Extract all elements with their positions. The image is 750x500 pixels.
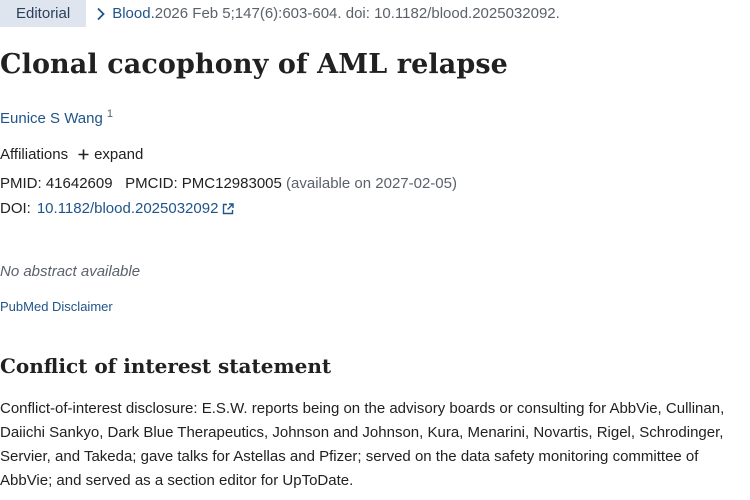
affiliations-row: Affiliations expand xyxy=(0,146,143,163)
pmid-label: PMID: xyxy=(0,175,42,192)
pmcid-availability-note: (available on 2027-02-05) xyxy=(286,175,457,192)
pmcid-value: PMC12983005 xyxy=(181,175,282,192)
pmcid-label: PMCID: xyxy=(125,175,178,192)
citation-text: 2026 Feb 5;147(6):603-604. doi: 10.1182/… xyxy=(154,5,560,22)
author-link[interactable]: Eunice S Wang xyxy=(0,110,103,127)
journal-link[interactable]: Blood. xyxy=(112,5,155,22)
expand-affiliations-button[interactable]: expand xyxy=(78,146,143,163)
pmid-value: 41642609 xyxy=(45,175,113,192)
coi-text: Conflict-of-interest disclosure: E.S.W. … xyxy=(0,400,725,489)
pubmed-disclaimer-link[interactable]: PubMed Disclaimer xyxy=(0,299,113,314)
expand-label: expand xyxy=(94,146,144,163)
coi-heading: Conflict of interest statement xyxy=(0,354,332,378)
doi-row: DOI: 10.1182/blood.2025032092 xyxy=(0,200,235,217)
plus-icon xyxy=(78,149,94,160)
article-title: Clonal cacophony of AML relapse xyxy=(0,49,508,80)
article-page: Editorial Blood. 2026 Feb 5;147(6):603-6… xyxy=(0,0,750,500)
chevron-right-icon xyxy=(96,7,106,21)
doi-link[interactable]: 10.1182/blood.2025032092 xyxy=(37,200,219,217)
identifiers-row: PMID: 41642609 PMCID: PMC12983005 (avail… xyxy=(0,175,457,192)
external-link-icon[interactable] xyxy=(222,202,235,215)
no-abstract-note: No abstract available xyxy=(0,263,141,280)
citation-bar: Editorial Blood. 2026 Feb 5;147(6):603-6… xyxy=(0,0,560,27)
author-list: Eunice S Wang 1 xyxy=(0,108,113,127)
doi-label: DOI: xyxy=(0,200,31,217)
affiliation-ref[interactable]: 1 xyxy=(107,108,113,120)
article-type-badge: Editorial xyxy=(0,0,87,27)
affiliations-label: Affiliations xyxy=(0,146,69,163)
